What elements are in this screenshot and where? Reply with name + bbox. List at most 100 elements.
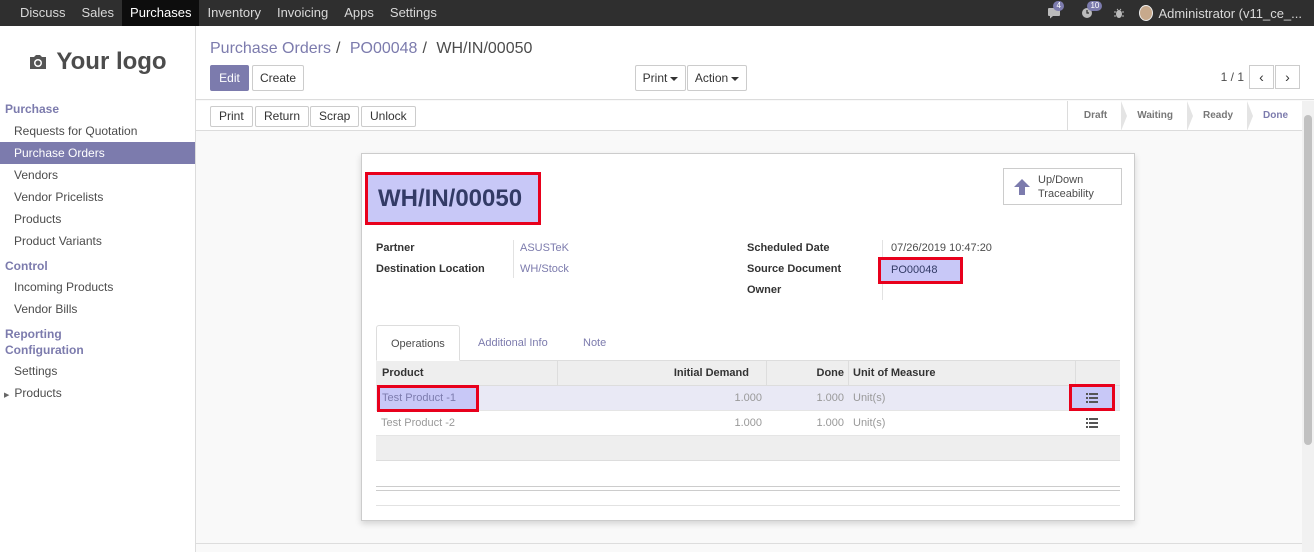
- scrap-button[interactable]: Scrap: [310, 106, 360, 127]
- traceability-label: Up/Down Traceability: [1038, 173, 1094, 201]
- section-configuration: Configuration: [5, 343, 84, 357]
- stage-done: Done: [1263, 110, 1288, 121]
- done-cell: 1.000: [816, 417, 844, 429]
- bug-icon: [1114, 8, 1125, 18]
- column-divider: [557, 361, 558, 386]
- traceability-label-line1: Up/Down: [1038, 173, 1084, 186]
- breadcrumb-separator: /: [422, 40, 427, 57]
- column-divider: [1075, 361, 1076, 386]
- column-done[interactable]: Done: [786, 361, 845, 386]
- sidebar-item-vendor-bills[interactable]: Vendor Bills: [0, 298, 195, 320]
- form-sheet: WH/IN/00050 Up/Down Traceability Partner …: [361, 153, 1135, 521]
- uom-cell: Unit(s): [853, 392, 886, 404]
- uom-cell: Unit(s): [853, 417, 886, 429]
- detailed-operations-button[interactable]: [1069, 411, 1115, 435]
- action-dropdown-label: Action: [694, 71, 729, 85]
- menu-settings[interactable]: Settings: [382, 0, 445, 26]
- company-logo[interactable]: Your logo: [0, 26, 195, 98]
- sidebar-item-vendor-pricelists[interactable]: Vendor Pricelists: [0, 186, 195, 208]
- owner-label: Owner: [747, 284, 782, 296]
- sidebar-item-vendors[interactable]: Vendors: [0, 164, 195, 186]
- done-cell: 1.000: [816, 392, 844, 404]
- debug-button[interactable]: [1113, 7, 1125, 19]
- sidebar-item-incoming-products[interactable]: Incoming Products: [0, 276, 195, 298]
- column-unit-of-measure[interactable]: Unit of Measure: [853, 361, 936, 386]
- menu-invoicing[interactable]: Invoicing: [269, 0, 336, 26]
- return-button[interactable]: Return: [255, 106, 310, 127]
- source-document-label: Source Document: [747, 263, 842, 275]
- destination-label: Destination Location: [376, 263, 485, 275]
- divider: [376, 486, 1120, 487]
- print-dropdown[interactable]: Print: [635, 65, 686, 91]
- product-cell[interactable]: Test Product -1: [377, 385, 479, 412]
- column-initial-demand[interactable]: Initial Demand: [636, 361, 749, 386]
- table-row[interactable]: Test Product -2 1.000 1.000 Unit(s): [376, 411, 1120, 436]
- initial-demand-cell: 1.000: [734, 392, 762, 404]
- menu-purchases[interactable]: Purchases: [122, 0, 200, 26]
- menu-sales[interactable]: Sales: [74, 0, 123, 26]
- chevron-left-icon: ‹: [1259, 69, 1264, 85]
- product-cell[interactable]: Test Product -2: [381, 411, 455, 435]
- breadcrumb-current: WH/IN/00050: [436, 40, 533, 57]
- destination-field[interactable]: WH/Stock: [520, 263, 569, 275]
- detailed-operations-button[interactable]: [1069, 384, 1115, 411]
- menu-inventory[interactable]: Inventory: [199, 0, 268, 26]
- stage-bar: Draft Waiting Ready Done: [1066, 101, 1302, 131]
- sidebar-item-product-variants[interactable]: Product Variants: [0, 230, 195, 252]
- caret-right-icon: ▶: [4, 392, 10, 399]
- menu-apps[interactable]: Apps: [336, 0, 382, 26]
- partner-field[interactable]: ASUSTeK: [520, 242, 569, 254]
- tab-note[interactable]: Note: [569, 325, 620, 361]
- activities-button[interactable]: 10: [1081, 1, 1103, 19]
- sidebar-item-purchase-orders[interactable]: Purchase Orders: [0, 142, 195, 164]
- action-dropdown[interactable]: Action: [687, 65, 747, 91]
- sidebar-item-config-products[interactable]: ▶ Products: [0, 382, 195, 404]
- control-panel: Purchase Orders / PO00048/ WH/IN/00050 Ed…: [196, 26, 1314, 100]
- camera-icon: [30, 55, 47, 69]
- create-button[interactable]: Create: [252, 65, 304, 91]
- unlock-button[interactable]: Unlock: [361, 106, 416, 127]
- messages-badge: 4: [1053, 1, 1064, 11]
- section-control: Control: [5, 259, 48, 273]
- print-dropdown-label: Print: [642, 71, 668, 85]
- top-navbar: Discuss Sales Purchases Inventory Invoic…: [0, 0, 1314, 26]
- record-title: WH/IN/00050: [365, 172, 541, 225]
- tab-operations[interactable]: Operations: [376, 325, 460, 361]
- list-icon: [1086, 392, 1098, 403]
- app-menu: Discuss Sales Purchases Inventory Invoic…: [12, 0, 445, 26]
- notebook-tabs: Operations Additional Info Note: [376, 325, 1120, 361]
- divider: [376, 505, 1120, 506]
- partner-label: Partner: [376, 242, 415, 254]
- column-divider: [766, 361, 767, 386]
- menu-discuss[interactable]: Discuss: [12, 0, 74, 26]
- traceability-button[interactable]: Up/Down Traceability: [1003, 168, 1122, 205]
- print-button[interactable]: Print: [210, 106, 253, 127]
- pager-value[interactable]: 1 / 1: [1221, 70, 1244, 84]
- source-document-field[interactable]: PO00048: [878, 257, 963, 284]
- pager-previous-button[interactable]: ‹: [1249, 65, 1274, 89]
- sidebar-item-rfq[interactable]: Requests for Quotation: [0, 120, 195, 142]
- list-icon: [1086, 418, 1098, 428]
- pager-next-button[interactable]: ›: [1275, 65, 1300, 89]
- breadcrumb-po[interactable]: PO00048: [350, 40, 418, 57]
- arrow-up-icon: [1014, 178, 1030, 195]
- vertical-scrollbar[interactable]: [1302, 101, 1314, 552]
- user-avatar[interactable]: [1139, 5, 1154, 21]
- sidebar-item-products[interactable]: Products: [0, 208, 195, 230]
- edit-button[interactable]: Edit: [210, 65, 249, 91]
- messages-button[interactable]: 4: [1047, 1, 1064, 19]
- tab-additional-info[interactable]: Additional Info: [464, 325, 562, 361]
- logo-text: Your logo: [56, 48, 167, 75]
- breadcrumb: Purchase Orders / PO00048/ WH/IN/00050: [210, 40, 532, 58]
- scrollbar-thumb[interactable]: [1304, 115, 1312, 445]
- column-product[interactable]: Product: [382, 361, 424, 386]
- breadcrumb-purchase-orders[interactable]: Purchase Orders: [210, 40, 331, 57]
- sidebar-item-settings[interactable]: Settings: [0, 360, 195, 382]
- scheduled-date-field[interactable]: 07/26/2019 10:47:20: [891, 242, 992, 254]
- caret-down-icon: [670, 76, 679, 81]
- table-row[interactable]: Test Product -1 1.000 1.000 Unit(s): [376, 384, 1120, 412]
- user-menu[interactable]: Administrator (v11_ce_...: [1158, 6, 1302, 21]
- status-bar: Print Return Scrap Unlock Draft Waiting …: [196, 101, 1302, 131]
- section-reporting[interactable]: Reporting: [0, 326, 195, 342]
- sidebar: Your logo Purchase Requests for Quotatio…: [0, 26, 196, 552]
